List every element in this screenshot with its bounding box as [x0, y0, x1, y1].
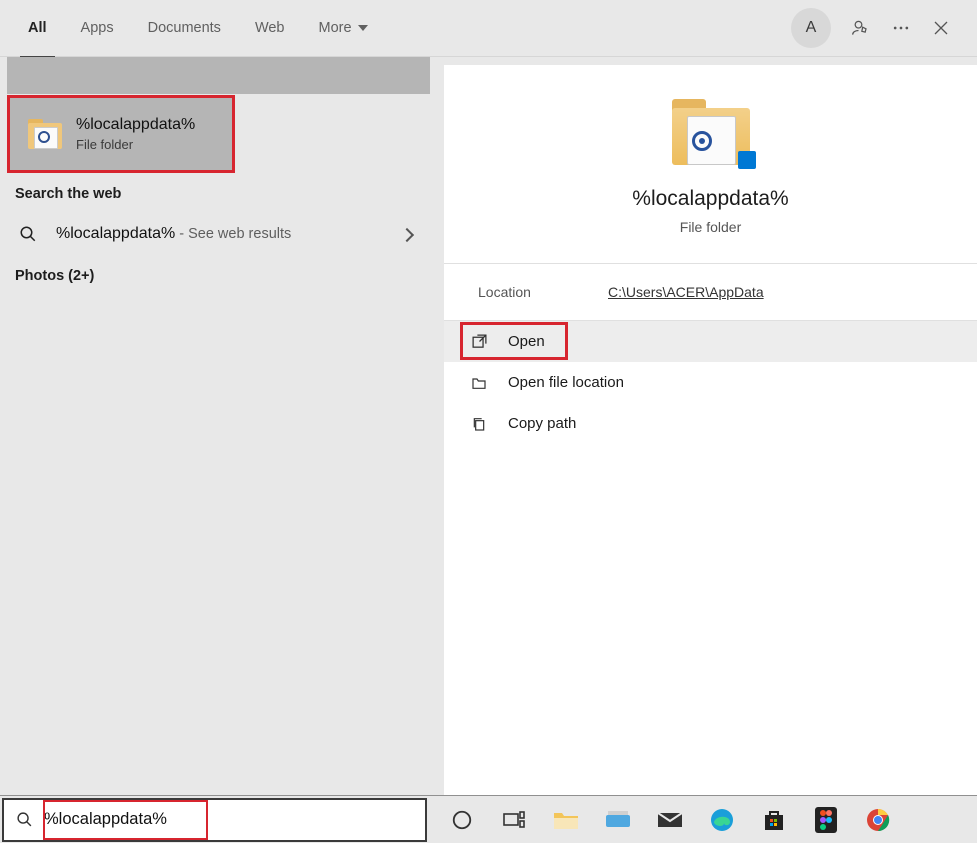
tab-documents[interactable]: Documents: [136, 14, 233, 42]
keyboard-icon: [605, 809, 631, 831]
more-options-button[interactable]: [881, 8, 921, 48]
taskbar-cortana[interactable]: [447, 805, 477, 835]
tab-apps[interactable]: Apps: [69, 14, 126, 42]
preview-title: %localappdata%: [632, 187, 788, 211]
copy-icon: [468, 416, 490, 432]
close-icon: [933, 20, 949, 36]
result-subtitle: File folder: [76, 137, 195, 152]
search-icon: [18, 225, 38, 243]
search-icon: [4, 811, 44, 828]
results-pane: Best match %localappdata% File folder Se…: [0, 57, 430, 795]
preview-subtitle: File folder: [680, 219, 741, 235]
folder-icon: [28, 119, 62, 149]
best-match-result[interactable]: %localappdata% File folder: [7, 95, 235, 173]
location-row: Location C:\Users\ACER\AppData: [444, 263, 977, 320]
search-input[interactable]: [44, 810, 425, 829]
file-explorer-icon: [553, 809, 579, 831]
folder-icon: [672, 99, 750, 165]
store-icon: [762, 808, 786, 832]
figma-icon: [815, 807, 837, 833]
search-scope-tabs: All Apps Documents Web More A: [0, 0, 977, 57]
taskbar-chrome[interactable]: [863, 805, 893, 835]
taskbar-figma[interactable]: [811, 805, 841, 835]
open-icon: [468, 333, 490, 350]
taskbar-app-keyboard[interactable]: [603, 805, 633, 835]
taskbar-file-explorer[interactable]: [551, 805, 581, 835]
tab-all[interactable]: All: [16, 14, 59, 42]
web-suffix: - See web results: [175, 226, 291, 242]
taskbar-mail[interactable]: [655, 805, 685, 835]
edge-icon: [710, 808, 734, 832]
tab-web[interactable]: Web: [243, 14, 297, 42]
action-open-file-location[interactable]: Open file location: [444, 362, 977, 403]
chevron-down-icon: [358, 25, 368, 31]
cortana-icon: [451, 809, 473, 831]
action-copy-path[interactable]: Copy path: [444, 403, 977, 444]
location-link[interactable]: C:\Users\ACER\AppData: [608, 284, 764, 300]
chevron-right-icon: [402, 224, 412, 245]
feedback-button[interactable]: [841, 8, 881, 48]
feedback-icon: [851, 18, 871, 38]
web-query: %localappdata%: [56, 225, 175, 242]
taskbar: [0, 795, 977, 843]
chrome-icon: [866, 808, 890, 832]
task-view-icon: [502, 810, 526, 830]
web-search-result[interactable]: %localappdata% - See web results: [0, 212, 430, 256]
taskbar-store[interactable]: [759, 805, 789, 835]
location-label: Location: [478, 284, 548, 300]
search-web-header: Search the web: [0, 174, 430, 212]
close-button[interactable]: [921, 8, 961, 48]
taskbar-edge[interactable]: [707, 805, 737, 835]
taskbar-search[interactable]: [2, 798, 427, 842]
tab-more[interactable]: More: [307, 14, 380, 42]
taskbar-task-view[interactable]: [499, 805, 529, 835]
user-avatar[interactable]: A: [791, 8, 831, 48]
mail-icon: [657, 810, 683, 830]
folder-location-icon: [468, 375, 490, 391]
preview-pane: %localappdata% File folder Location C:\U…: [444, 65, 977, 795]
ellipsis-icon: [891, 18, 911, 38]
result-title: %localappdata%: [76, 116, 195, 134]
action-open[interactable]: Open: [444, 321, 977, 362]
photos-header[interactable]: Photos (2+): [0, 256, 430, 294]
